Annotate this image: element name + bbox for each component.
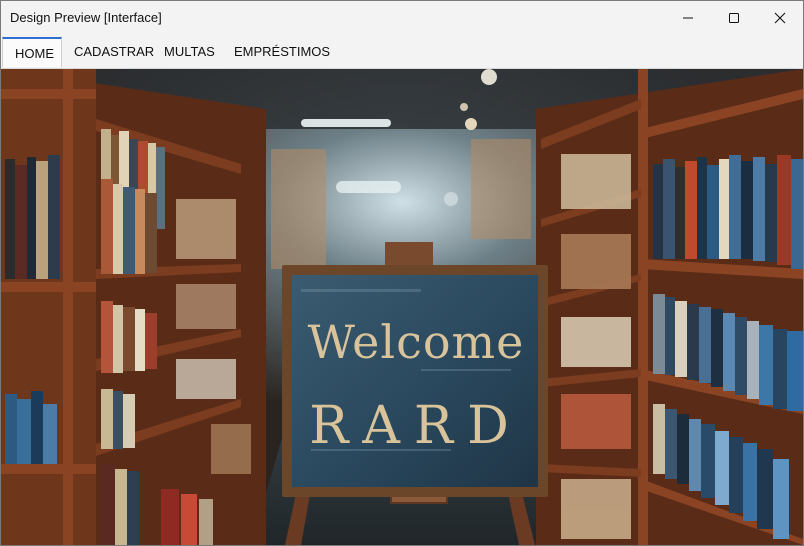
tab-home[interactable]: HOME [2,37,62,67]
minimize-icon [683,17,693,19]
window-title: Design Preview [Interface] [10,10,162,25]
maximize-button[interactable] [711,1,757,35]
tab-multas[interactable]: MULTAS [152,37,222,67]
title-bar: Design Preview [Interface] [1,1,803,35]
sign-welcome-text: Welcome [307,315,525,369]
tab-bar: HOME CADASTRAR MULTAS EMPRÉSTIMOS [1,35,803,69]
minimize-button[interactable] [665,1,711,35]
hero-image: Welcome RARD [1,69,803,545]
tab-emprestimos[interactable]: EMPRÉSTIMOS [222,37,330,67]
sign-name-text: RARD [309,396,523,456]
close-icon [774,12,786,24]
close-button[interactable] [757,1,803,35]
app-window: Design Preview [Interface] HOME CADASTRA… [0,0,804,546]
sign: Welcome RARD [283,69,549,545]
maximize-icon [729,13,739,23]
tab-cadastrar[interactable]: CADASTRAR [62,37,154,67]
